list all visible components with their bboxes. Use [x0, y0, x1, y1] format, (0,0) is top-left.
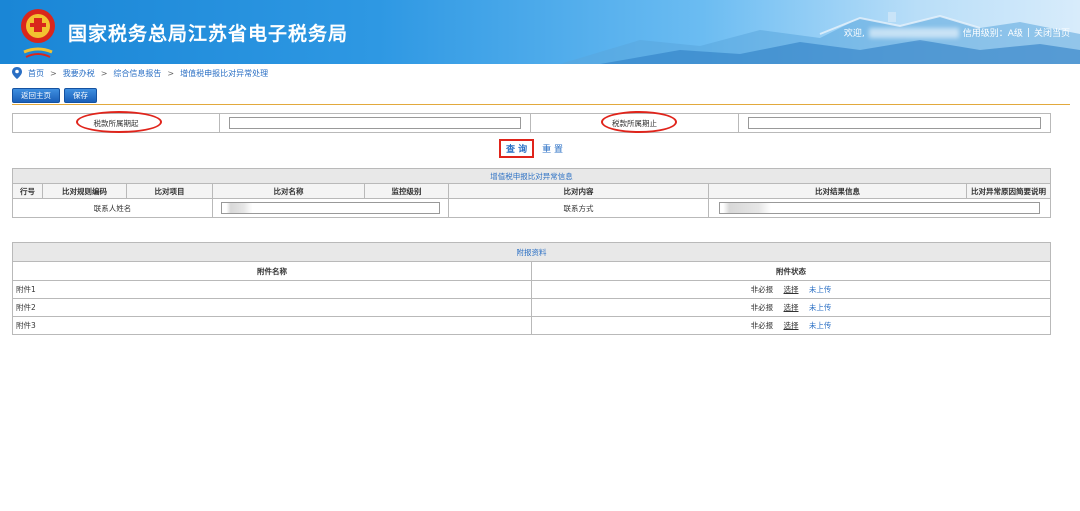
compare-title: 增值税申报比对异常信息 — [12, 168, 1051, 184]
breadcrumb-report[interactable]: 综合信息报告 — [113, 68, 161, 79]
attachment-status-cell: 非必报 选择 未上传 — [531, 280, 1051, 299]
required-flag: 非必报 — [750, 321, 774, 330]
required-flag: 非必报 — [750, 285, 774, 294]
contact-method-input[interactable] — [718, 202, 1041, 214]
site-title: 国家税务总局江苏省电子税务局 — [68, 23, 349, 45]
divider — [12, 104, 1070, 105]
attachment-status-cell: 非必报 选择 未上传 — [531, 298, 1051, 317]
toolbar: 返回主页 保存 — [12, 88, 97, 103]
upload-status: 未上传 — [808, 321, 832, 330]
contact-method-cell — [708, 198, 1051, 218]
highlight-oval-start — [76, 111, 162, 133]
separator: | — [1026, 27, 1030, 38]
select-file-link[interactable]: 选择 — [784, 303, 799, 312]
query-button[interactable]: 查 询 — [499, 139, 535, 158]
period-end-cell — [738, 113, 1051, 133]
required-flag: 非必报 — [750, 303, 774, 312]
column-header: 比对内容 — [448, 183, 709, 199]
user-bar: 欢迎, 信用级别：A级 | 关闭当页 — [844, 26, 1070, 39]
breadcrumb: 首页 > 我要办税 > 综合信息报告 > 增值税申报比对异常处理 — [12, 66, 268, 80]
breadcrumb-tax[interactable]: 我要办税 — [63, 68, 95, 79]
column-header: 比对异常原因简要说明 — [966, 183, 1051, 199]
column-header: 比对项目 — [126, 183, 213, 199]
contact-name-input[interactable] — [220, 202, 441, 214]
select-file-link[interactable]: 选择 — [784, 321, 799, 330]
attachment-name: 附件2 — [12, 298, 532, 317]
column-header: 监控级别 — [364, 183, 449, 199]
period-end-input[interactable] — [748, 117, 1041, 129]
breadcrumb-separator: > — [50, 68, 57, 78]
back-home-button[interactable]: 返回主页 — [12, 88, 60, 103]
contact-method-label: 联系方式 — [448, 198, 709, 218]
breadcrumb-separator: > — [100, 68, 108, 78]
site-header: 国家税务总局江苏省电子税务局 欢迎, 信用级别：A级 | 关闭当页 — [0, 0, 1080, 64]
breadcrumb-home[interactable]: 首页 — [28, 68, 44, 79]
attachment-status-cell: 非必报 选择 未上传 — [531, 316, 1051, 335]
highlight-oval-end — [601, 111, 677, 133]
table-row: 附件2 非必报 选择 未上传 — [12, 298, 1051, 317]
breadcrumb-separator: > — [167, 68, 175, 78]
reset-button[interactable]: 重 置 — [542, 142, 563, 155]
column-header: 附件名称 — [12, 261, 532, 281]
username-redacted — [868, 27, 959, 38]
period-table: 税款所属期起 税款所属期止 — [12, 113, 1051, 133]
compare-table: 增值税申报比对异常信息 行号 比对规则编码 比对项目 比对名称 监控级别 比对内… — [12, 168, 1051, 218]
tax-emblem-icon — [21, 9, 55, 58]
contact-name-cell — [212, 198, 449, 218]
table-row: 附件3 非必报 选择 未上传 — [12, 316, 1051, 335]
attachments-title: 附报资料 — [12, 242, 1051, 262]
attachment-name: 附件1 — [12, 280, 532, 299]
upload-status: 未上传 — [808, 303, 832, 312]
breadcrumb-current: 增值税申报比对异常处理 — [180, 68, 269, 78]
period-start-input[interactable] — [229, 117, 521, 129]
location-pin-icon — [12, 67, 22, 79]
query-actions: 查 询 重 置 — [499, 139, 563, 158]
column-header: 附件状态 — [531, 261, 1051, 281]
select-file-link[interactable]: 选择 — [784, 285, 799, 294]
attachments-table: 附报资料 附件名称 附件状态 附件1 非必报 选择 未上传 附件2 非必报 选择… — [12, 242, 1051, 335]
contact-name-label: 联系人姓名 — [12, 198, 213, 218]
close-page-link[interactable]: 关闭当页 — [1034, 26, 1070, 39]
table-row: 附件1 非必报 选择 未上传 — [12, 280, 1051, 299]
save-button[interactable]: 保存 — [64, 88, 97, 103]
credit-level: 信用级别：A级 — [962, 29, 1023, 39]
period-start-cell — [219, 113, 531, 133]
column-header: 比对规则编码 — [42, 183, 127, 199]
column-header: 行号 — [12, 183, 43, 199]
column-header: 比对结果信息 — [708, 183, 967, 199]
attachment-name: 附件3 — [12, 316, 532, 335]
column-header: 比对名称 — [212, 183, 365, 199]
upload-status: 未上传 — [808, 285, 832, 294]
welcome-text: 欢迎, — [843, 29, 865, 39]
